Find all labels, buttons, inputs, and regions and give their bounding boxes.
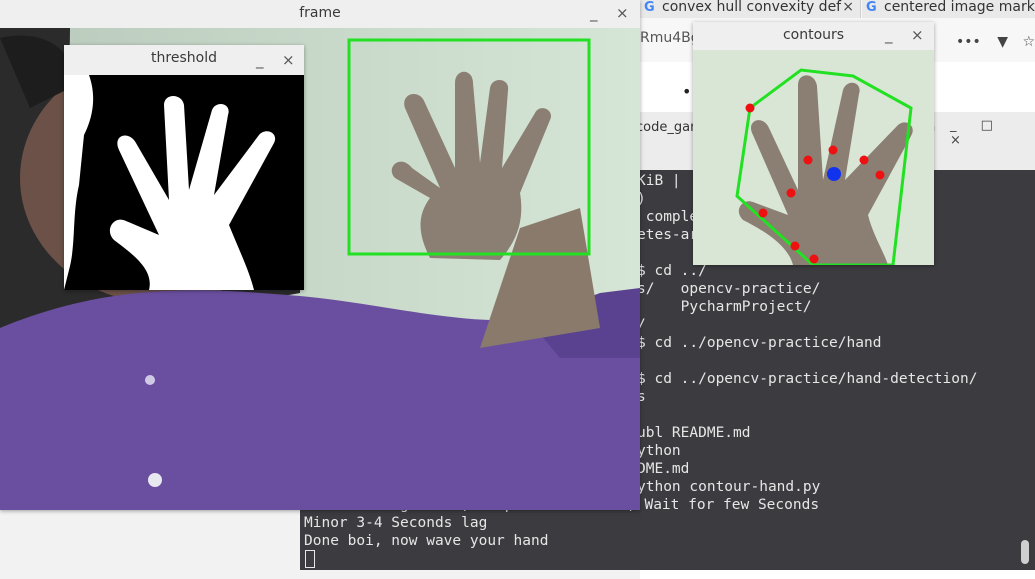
more-dots-icon[interactable]: ••• [956, 34, 981, 50]
defect-point [790, 241, 800, 251]
minimize-icon[interactable]: _ [950, 118, 967, 133]
shirt-button [145, 375, 155, 385]
google-favicon-icon: G [866, 0, 877, 15]
terminal-window-controls: _ □ × [950, 118, 1035, 148]
terminal-line: PycharmProject/ [637, 299, 812, 315]
google-favicon-icon: G [644, 0, 655, 15]
terminal-cursor [305, 550, 315, 568]
threshold-title: threshold [151, 50, 217, 66]
terminal-line: $ cd ../opencv-practice/hand [637, 335, 882, 351]
browser-tab-1[interactable]: Gconvex hull convexity def × [640, 0, 861, 18]
threshold-window[interactable]: threshold _ × [64, 45, 304, 290]
terminal-line: etes-ar [637, 227, 699, 243]
tab-label: convex hull convexity def [662, 0, 842, 15]
minimize-icon[interactable]: _ [256, 51, 264, 69]
terminal-line: s/ opencv-practice/ [637, 281, 821, 297]
star-icon[interactable]: ☆ [1022, 34, 1035, 50]
close-icon[interactable]: × [911, 26, 924, 44]
defect-point [875, 170, 885, 180]
terminal-line: Minor 3-4 Seconds lag [304, 515, 488, 531]
pocket-icon[interactable]: ▼ [997, 34, 1008, 50]
maximize-icon[interactable]: □ [981, 118, 1003, 133]
terminal-line: comple [637, 209, 699, 225]
minimize-icon[interactable]: _ [590, 4, 598, 22]
threshold-image [64, 75, 304, 290]
close-icon[interactable]: × [616, 4, 629, 22]
terminal-scrollbar[interactable] [1021, 540, 1029, 564]
terminal-line: Done boi, now wave your hand [304, 533, 549, 549]
defect-point [803, 155, 813, 165]
close-icon[interactable]: × [950, 133, 971, 148]
defect-point [758, 208, 768, 218]
defect-point [809, 254, 819, 264]
browser-toolbar-icons: ••• ▼ ☆ [956, 34, 1035, 50]
minimize-icon[interactable]: _ [885, 26, 893, 44]
terminal-line: DME.md [637, 461, 690, 477]
terminal-line: $ cd ../ [637, 263, 707, 279]
terminal-line: ubl README.md [637, 425, 751, 441]
terminal-line: ython [637, 443, 681, 459]
url-bar-fragment[interactable]: Rmu4Bg [640, 30, 700, 46]
defect-point [745, 103, 755, 113]
threshold-mask [64, 75, 304, 290]
terminal-line: KiB | [637, 173, 681, 189]
defect-point [828, 145, 838, 155]
browser-tab-2[interactable]: Gcentered image mark [862, 0, 1035, 18]
contours-title: contours [782, 27, 845, 43]
defect-point [786, 188, 796, 198]
terminal-title: code_gar [636, 120, 696, 135]
tab-label: centered image mark [884, 0, 1035, 15]
contours-image [693, 50, 934, 265]
contours-window[interactable]: contours _ × [693, 22, 934, 265]
center-point [827, 167, 841, 181]
frame-title: frame [299, 5, 341, 21]
shirt-button [148, 473, 162, 487]
terminal-line: ython contour-hand.py [637, 479, 821, 495]
contour-scene [693, 50, 934, 265]
close-icon[interactable]: × [282, 51, 295, 69]
terminal-line: $ cd ../opencv-practice/hand-detection/ [637, 371, 978, 387]
close-tab-icon[interactable]: × [842, 0, 854, 14]
list-bullet: • [682, 82, 692, 101]
defect-point [859, 155, 869, 165]
